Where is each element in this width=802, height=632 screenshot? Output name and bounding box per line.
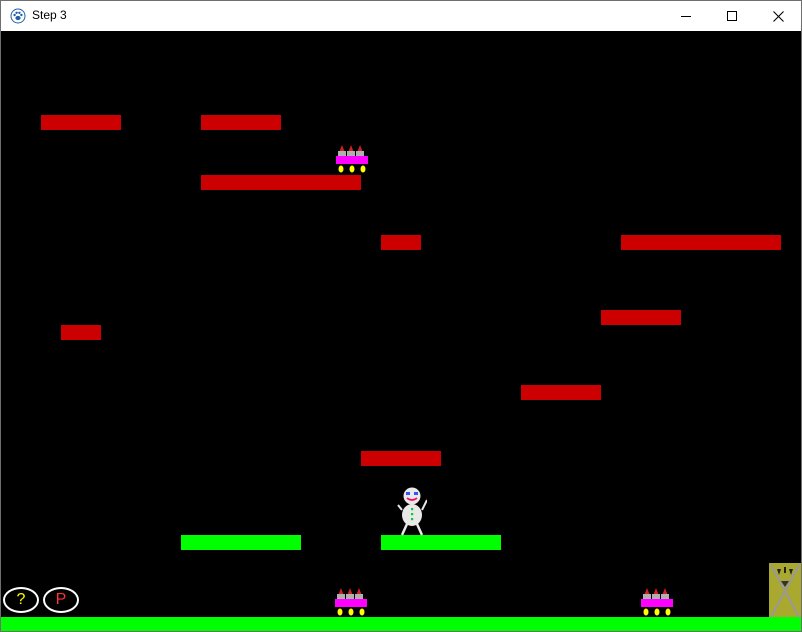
close-button[interactable] bbox=[755, 1, 801, 31]
title-bar[interactable]: Step 3 bbox=[1, 1, 801, 31]
help-button[interactable]: ? bbox=[3, 587, 39, 613]
red-platform bbox=[621, 235, 781, 250]
snowman-player bbox=[397, 487, 427, 536]
pause-button-label: P bbox=[55, 591, 67, 608]
spiked-cart-enemy bbox=[336, 145, 368, 173]
window-title: Step 3 bbox=[32, 8, 67, 22]
red-platform bbox=[361, 451, 441, 466]
app-window: Step 3 ? P bbox=[0, 0, 802, 632]
spiked-cart-enemy bbox=[335, 588, 367, 616]
close-icon bbox=[772, 10, 784, 22]
help-button-label: ? bbox=[16, 591, 26, 608]
minimize-icon bbox=[681, 16, 691, 17]
game-canvas[interactable]: ? P bbox=[1, 31, 801, 631]
red-platform bbox=[521, 385, 601, 400]
green-platform bbox=[181, 535, 301, 550]
maximize-icon bbox=[727, 11, 737, 21]
red-platform bbox=[201, 175, 361, 190]
red-platform bbox=[601, 310, 681, 325]
red-platform bbox=[201, 115, 281, 130]
red-platform bbox=[381, 235, 421, 250]
spiked-cart-enemy bbox=[641, 588, 673, 616]
pause-button[interactable]: P bbox=[43, 587, 79, 613]
paw-icon bbox=[10, 8, 26, 24]
exit-door bbox=[769, 563, 801, 617]
ground bbox=[1, 617, 801, 631]
maximize-button[interactable] bbox=[709, 1, 755, 31]
green-platform bbox=[381, 535, 501, 550]
red-platform bbox=[41, 115, 121, 130]
minimize-button[interactable] bbox=[663, 1, 709, 31]
red-platform bbox=[61, 325, 101, 340]
